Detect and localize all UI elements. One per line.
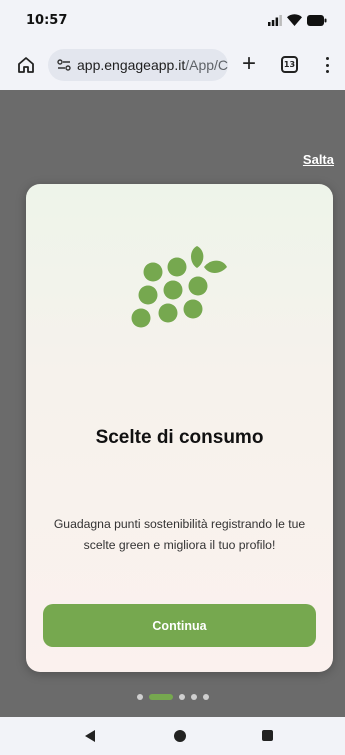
tabs-icon[interactable]: 13 — [281, 56, 298, 73]
signal-icon — [268, 14, 282, 26]
home-icon[interactable] — [16, 55, 36, 75]
browser-toolbar: app.engageapp.it/App/C + 13 — [0, 40, 345, 90]
recents-icon[interactable] — [262, 730, 273, 741]
pagination-dot[interactable] — [136, 694, 143, 700]
url-path: /App/C — [185, 57, 228, 73]
wifi-icon — [287, 14, 302, 26]
continue-button[interactable]: Continua — [43, 604, 316, 647]
status-bar: 10:57 — [0, 0, 345, 40]
status-time: 10:57 — [26, 13, 68, 28]
back-icon[interactable] — [85, 730, 95, 742]
skip-link[interactable]: Salta — [303, 152, 334, 167]
url-text[interactable]: app.engageapp.it/App/C — [77, 57, 228, 73]
onboarding-card: Scelte di consumo Guadagna punti sosteni… — [26, 184, 333, 672]
pagination-dot[interactable] — [178, 694, 185, 700]
system-nav-bar — [0, 717, 345, 755]
card-description: Guadagna punti sostenibilità registrando… — [53, 517, 306, 552]
grapes-icon — [131, 246, 227, 328]
pagination-dots — [0, 694, 345, 700]
url-domain: app.engageapp.it — [77, 57, 186, 73]
status-icons — [268, 14, 327, 26]
page-overlay: Salta Scelte di consumo Guadagna punti s… — [0, 90, 345, 717]
battery-icon — [307, 14, 327, 26]
more-menu-icon[interactable] — [323, 55, 331, 75]
site-settings-icon[interactable] — [56, 57, 72, 73]
home-circle-icon[interactable] — [174, 730, 186, 742]
plus-icon: + — [241, 50, 256, 77]
pagination-dot[interactable] — [202, 694, 209, 700]
new-tab-button[interactable]: + — [239, 50, 259, 77]
card-title: Scelte di consumo — [95, 427, 264, 448]
pagination-dot[interactable] — [190, 694, 197, 700]
address-bar[interactable]: app.engageapp.it/App/C — [48, 49, 228, 81]
pagination-dot-active[interactable] — [148, 694, 173, 700]
